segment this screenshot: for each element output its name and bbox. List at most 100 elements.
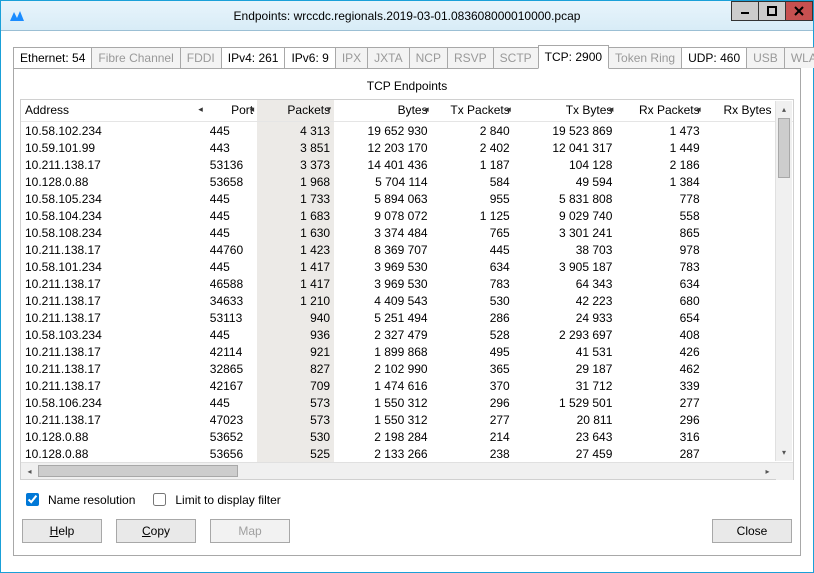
cell-rxpackets: 426 <box>616 343 703 360</box>
cell-txbytes: 42 223 <box>514 292 617 309</box>
table-row[interactable]: 10.211.138.17470235731 550 31227720 8112… <box>21 411 793 428</box>
table-row[interactable]: 10.211.138.17421149211 899 86849541 5314… <box>21 343 793 360</box>
cell-rxbytes <box>704 224 776 241</box>
cell-txpackets: 238 <box>432 445 514 462</box>
cell-txbytes: 27 459 <box>514 445 617 462</box>
table-row[interactable]: 10.58.103.2344459362 327 4795282 293 697… <box>21 326 793 343</box>
cell-port: 445 <box>206 122 257 140</box>
col-bytes[interactable]: Bytes◂ <box>334 100 432 122</box>
cell-rxpackets: 1 384 <box>616 173 703 190</box>
table-row[interactable]: 10.211.138.17447601 4238 369 70744538 70… <box>21 241 793 258</box>
cell-address: 10.128.0.88 <box>21 445 206 462</box>
table-row[interactable]: 10.128.0.88536581 9685 704 11458449 5941… <box>21 173 793 190</box>
maximize-button[interactable] <box>758 1 786 21</box>
table-row[interactable]: 10.58.108.2344451 6303 374 4847653 301 2… <box>21 224 793 241</box>
cell-port: 53652 <box>206 428 257 445</box>
col-address[interactable]: Address◂ <box>21 100 206 122</box>
cell-txpackets: 214 <box>432 428 514 445</box>
close-window-button[interactable] <box>785 1 813 21</box>
table-row[interactable]: 10.211.138.17531363 37314 401 4361 18710… <box>21 156 793 173</box>
col-txpackets[interactable]: Tx Packets◂ <box>432 100 514 122</box>
tab-ipv6-9[interactable]: IPv6: 9 <box>284 47 335 68</box>
cell-address: 10.58.101.234 <box>21 258 206 275</box>
limit-filter-input[interactable] <box>153 493 166 506</box>
scroll-left-icon[interactable]: ◂ <box>21 463 38 480</box>
cell-rxbytes <box>704 309 776 326</box>
copy-button[interactable]: Copy <box>116 519 196 543</box>
scroll-down-icon[interactable]: ▾ <box>776 444 792 461</box>
table-row[interactable]: 10.58.104.2344451 6839 078 0721 1259 029… <box>21 207 793 224</box>
help-button[interactable]: Help <box>22 519 102 543</box>
cell-bytes: 1 899 868 <box>334 343 432 360</box>
scroll-right-icon[interactable]: ▸ <box>759 463 776 480</box>
scroll-up-icon[interactable]: ▴ <box>776 101 792 118</box>
vertical-scrollbar[interactable]: ▴ ▾ <box>775 101 792 461</box>
table-row[interactable]: 10.211.138.17328658272 102 99036529 1874… <box>21 360 793 377</box>
cell-port: 445 <box>206 394 257 411</box>
table-row[interactable]: 10.58.102.2344454 31319 652 9302 84019 5… <box>21 122 793 140</box>
close-button[interactable]: Close <box>712 519 792 543</box>
scroll-corner <box>776 463 793 480</box>
scroll-thumb[interactable] <box>778 118 790 178</box>
col-txbytes[interactable]: Tx Bytes◂ <box>514 100 617 122</box>
table-row[interactable]: 10.58.106.2344455731 550 3122961 529 501… <box>21 394 793 411</box>
tab-udp-460[interactable]: UDP: 460 <box>681 47 747 68</box>
table-row[interactable]: 10.211.138.17531139405 251 49428624 9336… <box>21 309 793 326</box>
cell-txbytes: 64 343 <box>514 275 617 292</box>
minimize-button[interactable] <box>731 1 759 21</box>
table-row[interactable]: 10.211.138.17346331 2104 409 54353042 22… <box>21 292 793 309</box>
limit-filter-checkbox[interactable]: Limit to display filter <box>149 490 280 509</box>
cell-rxbytes <box>704 190 776 207</box>
cell-txbytes: 1 529 501 <box>514 394 617 411</box>
tab-jxta: JXTA <box>367 47 409 68</box>
cell-txpackets: 955 <box>432 190 514 207</box>
tab-ethernet-54[interactable]: Ethernet: 54 <box>13 47 92 68</box>
cell-address: 10.58.104.234 <box>21 207 206 224</box>
table-row[interactable]: 10.58.101.2344451 4173 969 5306343 905 1… <box>21 258 793 275</box>
cell-txpackets: 296 <box>432 394 514 411</box>
tab-ipv4-261[interactable]: IPv4: 261 <box>221 47 286 68</box>
table-row[interactable]: 10.58.105.2344451 7335 894 0639555 831 8… <box>21 190 793 207</box>
cell-packets: 573 <box>257 411 334 428</box>
cell-port: 53113 <box>206 309 257 326</box>
cell-address: 10.211.138.17 <box>21 309 206 326</box>
cell-packets: 3 373 <box>257 156 334 173</box>
table-row[interactable]: 10.128.0.88536525302 198 28421423 643316 <box>21 428 793 445</box>
col-packets[interactable]: Packets▾ <box>257 100 334 122</box>
table-row[interactable]: 10.128.0.88536565252 133 26623827 459287 <box>21 445 793 462</box>
cell-txpackets: 1 125 <box>432 207 514 224</box>
sort-icon: ◂ <box>198 104 203 115</box>
cell-address: 10.211.138.17 <box>21 275 206 292</box>
table-row[interactable]: 10.211.138.17465881 4173 969 53078364 34… <box>21 275 793 292</box>
panel-title: TCP Endpoints <box>20 75 794 99</box>
tab-tcp-2900[interactable]: TCP: 2900 <box>538 45 609 69</box>
name-resolution-checkbox[interactable]: Name resolution <box>22 490 135 509</box>
cell-port: 445 <box>206 190 257 207</box>
scroll-thumb[interactable] <box>38 465 238 477</box>
cell-address: 10.128.0.88 <box>21 173 206 190</box>
col-port[interactable]: Port◂ <box>206 100 257 122</box>
col-rxpackets[interactable]: Rx Packets◂ <box>616 100 703 122</box>
cell-rxpackets: 1 449 <box>616 139 703 156</box>
cell-bytes: 3 969 530 <box>334 275 432 292</box>
cell-packets: 936 <box>257 326 334 343</box>
cell-port: 47023 <box>206 411 257 428</box>
cell-rxbytes <box>704 377 776 394</box>
cell-port: 53658 <box>206 173 257 190</box>
cell-rxbytes <box>704 173 776 190</box>
cell-packets: 573 <box>257 394 334 411</box>
cell-address: 10.211.138.17 <box>21 377 206 394</box>
cell-txbytes: 5 831 808 <box>514 190 617 207</box>
cell-port: 44760 <box>206 241 257 258</box>
table-row[interactable]: 10.59.101.994433 85112 203 1702 40212 04… <box>21 139 793 156</box>
cell-rxbytes <box>704 360 776 377</box>
col-rxbytes[interactable]: Rx Bytes <box>704 100 776 122</box>
tab-wlan: WLAN <box>784 47 814 68</box>
cell-port: 445 <box>206 207 257 224</box>
table-row[interactable]: 10.211.138.17421677091 474 61637031 7123… <box>21 377 793 394</box>
tab-fddi: FDDI <box>180 47 222 68</box>
name-resolution-input[interactable] <box>26 493 39 506</box>
cell-txbytes: 20 811 <box>514 411 617 428</box>
horizontal-scrollbar[interactable]: ◂ ▸ <box>21 462 793 479</box>
cell-address: 10.58.105.234 <box>21 190 206 207</box>
